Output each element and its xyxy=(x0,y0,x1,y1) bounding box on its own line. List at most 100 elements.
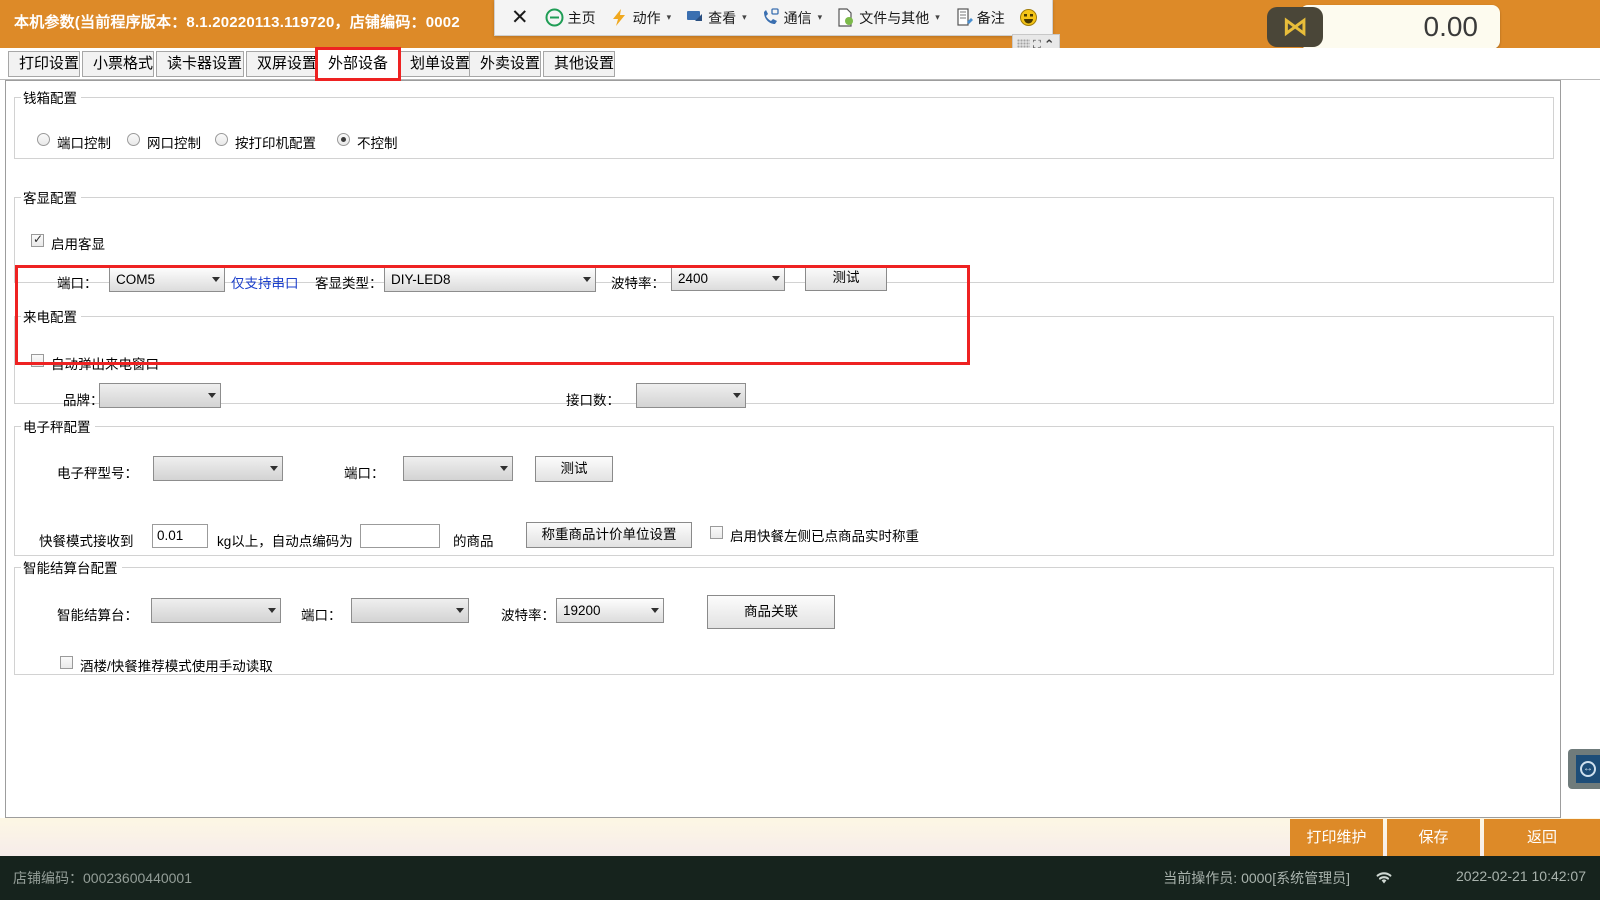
tab-takeaway[interactable]: 外卖设置 xyxy=(469,51,541,77)
radio-network-control[interactable] xyxy=(127,133,140,146)
weight-unit-settings-button[interactable]: 称重商品计价单位设置 xyxy=(526,522,692,548)
checkbox-manual-read-mode[interactable] xyxy=(60,656,73,669)
chevron-down-icon xyxy=(270,466,278,471)
print-maintenance-button[interactable]: 打印维护 xyxy=(1290,819,1383,856)
toolbar-item-files[interactable]: 文件与其他 ▾ xyxy=(830,5,946,31)
smart-counter-baud-combobox-value: 19200 xyxy=(563,603,601,618)
radio-network-control-label: 网口控制 xyxy=(147,136,201,151)
save-button[interactable]: 保存 xyxy=(1387,819,1480,856)
radio-printer-config-label: 按打印机配置 xyxy=(235,136,316,151)
fastfood-code-input[interactable] xyxy=(360,524,440,548)
toolbar-item-files-label: 文件与其他 xyxy=(859,9,930,26)
floating-toolbar: ✕ 主页 动作 ▾ 查看 ▾ 通信 ▾ 文件与其他 ▾ 备注 xyxy=(494,0,1053,36)
back-button[interactable]: 返回 xyxy=(1484,819,1600,856)
app-logo-icon: ⋈ xyxy=(1267,7,1323,47)
file-icon xyxy=(836,8,855,27)
radio-no-control[interactable] xyxy=(337,133,350,146)
fastfood-weight-prefix: 快餐模式接收到 xyxy=(39,534,134,549)
group-electronic-scale-legend: 电子秤配置 xyxy=(23,420,91,435)
chevron-down-icon xyxy=(500,466,508,471)
toolbar-item-notes[interactable]: 备注 xyxy=(948,5,1011,31)
view-icon xyxy=(685,8,704,27)
remote-arrows-icon: ↔ xyxy=(1580,761,1596,777)
toolbar-item-smiley[interactable] xyxy=(1013,5,1044,30)
group-smart-counter-legend: 智能结算台配置 xyxy=(23,561,118,576)
tab-dual-screen[interactable]: 双屏设置 xyxy=(246,51,318,77)
scale-model-label: 电子秤型号： xyxy=(57,466,138,481)
checkbox-enable-customer-display[interactable] xyxy=(31,232,44,247)
statusbar: 店铺编码：00023600440001 当前操作员: 0000[系统管理员] 2… xyxy=(0,856,1600,900)
smart-counter-device-label: 智能结算台： xyxy=(57,608,138,623)
radio-no-control-label: 不控制 xyxy=(357,136,398,151)
toolbar-item-view-label: 查看 xyxy=(708,9,737,26)
toolbar-item-communication[interactable]: 通信 ▾ xyxy=(755,5,829,31)
smart-counter-baud-label: 波特率： xyxy=(501,608,555,623)
remote-control-inner: ↔ xyxy=(1576,755,1600,783)
group-customer-display-legend: 客显配置 xyxy=(23,191,77,206)
remote-control-icon[interactable]: ↔ xyxy=(1568,749,1600,789)
group-cash-drawer: 钱箱配置 端口控制 网口控制 按打印机配置 不控制 xyxy=(14,87,1554,159)
customer-display-test-button[interactable]: 测试 xyxy=(805,265,887,291)
scale-model-combobox[interactable] xyxy=(153,456,283,481)
fastfood-weight-mid: kg以上，自动点编码为 xyxy=(217,534,353,549)
group-customer-display: 客显配置 启用客显 端口： COM5 仅支持串口 客显类型： DIY-LED8 … xyxy=(14,187,1554,292)
toolbar-item-action-label: 动作 xyxy=(632,9,661,26)
checkbox-realtime-weighing-label: 启用快餐左侧已点商品实时称重 xyxy=(730,529,919,544)
status-timestamp: 2022-02-21 10:42:07 xyxy=(1456,868,1586,884)
status-shop-code: 店铺编码：00023600440001 xyxy=(13,870,193,886)
tab-external-devices[interactable]: 外部设备 xyxy=(317,49,399,79)
close-icon: ✕ xyxy=(511,6,529,29)
chevron-down-icon xyxy=(651,608,659,613)
baud-rate-combobox[interactable]: 2400 xyxy=(671,266,785,291)
settings-panel: 钱箱配置 端口控制 网口控制 按打印机配置 不控制 客显配置 启用客显 端口： … xyxy=(5,80,1561,818)
scale-test-button[interactable]: 测试 xyxy=(535,456,613,482)
wifi-icon xyxy=(1373,869,1395,886)
port-combobox[interactable]: COM5 xyxy=(109,267,225,292)
smart-counter-baud-combobox[interactable]: 19200 xyxy=(556,598,664,623)
toolbar-item-home-label: 主页 xyxy=(567,9,596,26)
checkbox-auto-popup-call-window[interactable] xyxy=(31,354,44,367)
toolbar-item-home[interactable]: 主页 xyxy=(539,5,602,31)
page-title: 本机参数(当前程序版本：8.1.20220113.119720，店铺编码：000… xyxy=(14,14,460,31)
smart-counter-device-combobox[interactable] xyxy=(151,598,281,623)
caller-brand-label: 品牌： xyxy=(63,393,104,408)
toolbar-item-action[interactable]: 动作 ▾ xyxy=(604,5,678,31)
group-smart-counter: 智能结算台配置 智能结算台： 端口： 波特率： 19200 商品关联 酒楼/快餐… xyxy=(14,557,1554,675)
scale-port-combobox[interactable] xyxy=(403,456,513,481)
chevron-down-icon: ▾ xyxy=(935,12,940,22)
caller-ports-combobox[interactable] xyxy=(636,383,746,408)
chevron-down-icon xyxy=(208,393,216,398)
smart-counter-port-combobox[interactable] xyxy=(351,598,469,623)
amount-display: ⋈ 0.00 xyxy=(1267,5,1500,49)
chevron-down-icon xyxy=(583,277,591,282)
chevron-down-icon xyxy=(772,276,780,281)
port-combobox-value: COM5 xyxy=(116,272,156,287)
status-operator: 当前操作员: 0000[系统管理员] xyxy=(1163,870,1350,886)
chevron-down-icon xyxy=(733,393,741,398)
tab-card-reader[interactable]: 读卡器设置 xyxy=(156,51,244,77)
radio-port-control[interactable] xyxy=(37,133,50,146)
fastfood-weight-input[interactable]: 0.01 xyxy=(152,524,208,548)
display-type-label: 客显类型： xyxy=(315,276,383,291)
fastfood-weight-suffix: 的商品 xyxy=(453,534,494,549)
serial-only-note: 仅支持串口 xyxy=(231,276,299,291)
checkbox-realtime-weighing[interactable] xyxy=(710,526,723,539)
tab-order-split[interactable]: 划单设置 xyxy=(399,51,471,77)
toolbar-item-view[interactable]: 查看 ▾ xyxy=(679,5,753,31)
tab-print-settings[interactable]: 打印设置 xyxy=(8,51,80,77)
checkbox-enable-customer-display-label: 启用客显 xyxy=(51,237,105,252)
product-link-button[interactable]: 商品关联 xyxy=(707,595,835,629)
caller-brand-combobox[interactable] xyxy=(99,383,221,408)
display-type-combobox[interactable]: DIY-LED8 xyxy=(384,267,596,292)
checkbox-auto-popup-call-window-label: 自动弹出来电窗口 xyxy=(51,357,159,372)
chevron-down-icon xyxy=(268,608,276,613)
toolbar-item-communication-label: 通信 xyxy=(783,9,812,26)
group-caller-id: 来电配置 自动弹出来电窗口 品牌： 接口数： xyxy=(14,306,1554,408)
tab-receipt-format[interactable]: 小票格式 xyxy=(82,51,154,77)
radio-printer-config[interactable] xyxy=(215,133,228,146)
display-type-combobox-value: DIY-LED8 xyxy=(391,272,451,287)
chevron-down-icon: ▾ xyxy=(742,12,747,22)
tab-other-settings[interactable]: 其他设置 xyxy=(543,51,615,77)
close-button[interactable]: ✕ xyxy=(503,5,537,30)
group-caller-id-legend: 来电配置 xyxy=(23,310,77,325)
